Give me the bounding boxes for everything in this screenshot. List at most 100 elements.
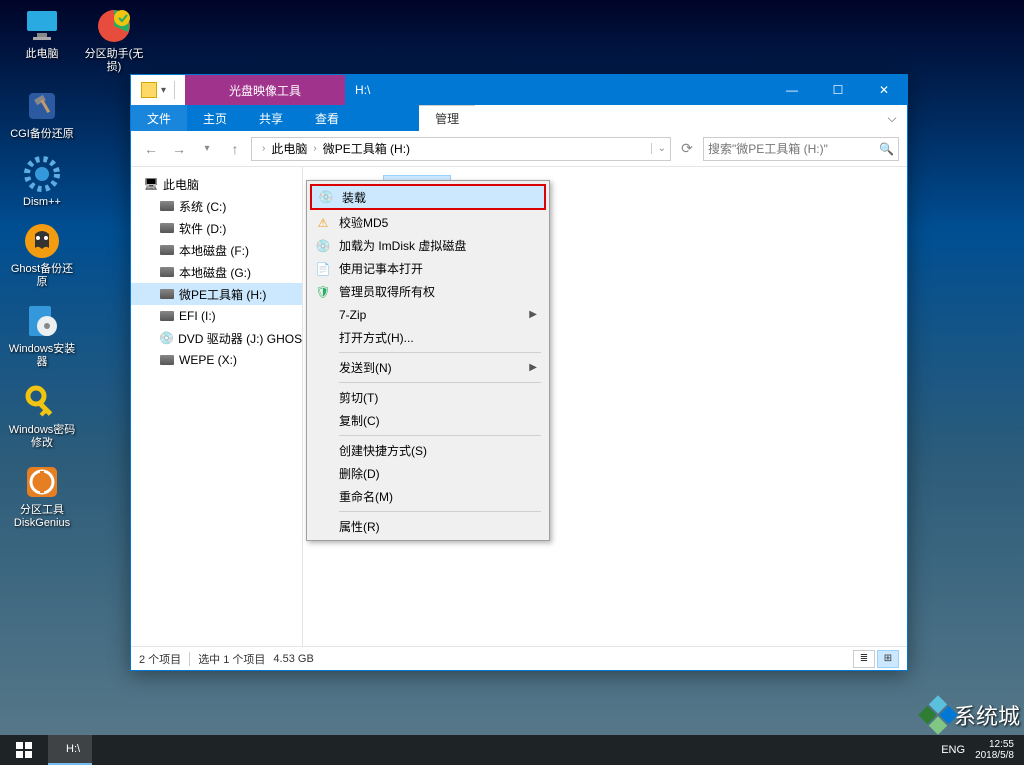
chevron-right-icon: ▶ <box>529 362 537 373</box>
ctx-label: 复制(C) <box>339 412 380 429</box>
forward-button[interactable]: → <box>167 137 191 161</box>
view-details-button[interactable]: ≣ <box>853 650 875 668</box>
tray-lang[interactable]: ENG <box>941 744 965 756</box>
tree-root-this-pc[interactable]: 🖥 此电脑 <box>131 173 302 195</box>
navigation-tree[interactable]: 🖥 此电脑 系统 (C:) 软件 (D:) 本地磁盘 (F:) 本地磁盘 (G:… <box>131 167 303 646</box>
ribbon-spacer <box>475 105 877 131</box>
desktop-icon-label: 分区工具DiskGenius <box>6 504 78 530</box>
ctx-label: 使用记事本打开 <box>339 260 423 277</box>
desktop-icon-cgi-backup[interactable]: CGI备份还原 <box>6 86 78 141</box>
ctx-label: 删除(D) <box>339 465 380 482</box>
ctx-md5[interactable]: ⚠校验MD5 <box>309 211 547 234</box>
ctx-admin-own[interactable]: 🛡管理员取得所有权 <box>309 280 547 303</box>
start-button[interactable] <box>0 735 48 765</box>
ctx-shortcut[interactable]: 创建快捷方式(S) <box>309 439 547 462</box>
chevron-right-icon: ▶ <box>529 309 537 320</box>
drive-icon <box>159 199 175 213</box>
context-menu: 💿装载 ⚠校验MD5 💿加载为 ImDisk 虚拟磁盘 📄 使用记事本打开 🛡管理… <box>306 180 550 541</box>
tree-item-drive-h[interactable]: 微PE工具箱 (H:) <box>131 283 302 305</box>
tray-clock[interactable]: 12:55 2018/5/8 <box>975 739 1014 761</box>
system-tray: ENG 12:55 2018/5/8 <box>931 735 1024 765</box>
tree-item-drive-i[interactable]: EFI (I:) <box>131 305 302 327</box>
tab-home[interactable]: 主页 <box>187 105 243 131</box>
status-selection: 选中 1 个项目 <box>198 651 265 667</box>
ctx-cut[interactable]: 剪切(T) <box>309 386 547 409</box>
ctx-send-to[interactable]: 发送到(N) ▶ <box>309 356 547 379</box>
tab-share[interactable]: 共享 <box>243 105 299 131</box>
window-title: H:\ <box>345 75 769 105</box>
tab-manage[interactable]: 管理 <box>419 105 475 131</box>
desktop-icon-label: Dism++ <box>23 196 61 209</box>
ribbon-expand-button[interactable]: ⌵ <box>877 105 907 131</box>
tree-item-drive-c[interactable]: 系统 (C:) <box>131 195 302 217</box>
desktop-icon-password[interactable]: Windows密码修改 <box>6 382 78 450</box>
taskbar: H:\ ENG 12:55 2018/5/8 <box>0 735 1024 765</box>
desktop-icon-this-pc[interactable]: 此电脑 <box>6 6 78 74</box>
navigation-bar: ← → ▾ ↑ › 此电脑 › 微PE工具箱 (H:) ⌄ ⟳ 🔍 <box>131 131 907 167</box>
notepad-icon: 📄 <box>315 261 331 277</box>
ctx-properties[interactable]: 属性(R) <box>309 515 547 538</box>
ctx-delete[interactable]: 删除(D) <box>309 462 547 485</box>
tree-item-drive-g[interactable]: 本地磁盘 (G:) <box>131 261 302 283</box>
ctx-label: 加载为 ImDisk 虚拟磁盘 <box>339 237 466 254</box>
tree-item-drive-d[interactable]: 软件 (D:) <box>131 217 302 239</box>
ctx-label: 重命名(M) <box>339 488 393 505</box>
search-input[interactable] <box>708 142 879 156</box>
taskbar-item-explorer[interactable]: H:\ <box>48 735 92 765</box>
ctx-label: 发送到(N) <box>339 359 392 376</box>
folder-icon[interactable] <box>141 82 157 98</box>
desktop-icon-diskgenius[interactable]: 分区工具DiskGenius <box>6 462 78 530</box>
tree-label: 软件 (D:) <box>179 220 226 237</box>
tree-label: DVD 驱动器 (J:) GHOST <box>178 330 302 347</box>
chevron-right-icon[interactable]: › <box>262 143 265 154</box>
search-box[interactable]: 🔍 <box>703 137 899 161</box>
up-button[interactable]: ↑ <box>223 137 247 161</box>
desktop-icon-label: CGI备份还原 <box>10 128 74 141</box>
shield-ok-icon: 🛡 <box>315 284 331 300</box>
ctx-notepad[interactable]: 📄 使用记事本打开 <box>309 257 547 280</box>
drive-icon <box>159 243 175 257</box>
minimize-button[interactable]: — <box>769 75 815 105</box>
tree-label: 本地磁盘 (F:) <box>179 242 249 259</box>
ctx-label: 属性(R) <box>339 518 380 535</box>
tree-item-drive-x[interactable]: WEPE (X:) <box>131 349 302 371</box>
ctx-open-with[interactable]: 打开方式(H)... <box>309 326 547 349</box>
separator <box>339 435 541 436</box>
addr-dropdown-button[interactable]: ⌄ <box>651 143 666 154</box>
tree-item-drive-f[interactable]: 本地磁盘 (F:) <box>131 239 302 261</box>
breadcrumb-current[interactable]: 微PE工具箱 (H:) <box>323 140 410 157</box>
ctx-7zip[interactable]: 7-Zip ▶ <box>309 303 547 326</box>
ctx-rename[interactable]: 重命名(M) <box>309 485 547 508</box>
view-icons-button[interactable]: ⊞ <box>877 650 899 668</box>
desktop-icon-ghost[interactable]: Ghost备份还原 <box>6 221 78 289</box>
address-bar[interactable]: › 此电脑 › 微PE工具箱 (H:) ⌄ <box>251 137 671 161</box>
chevron-right-icon[interactable]: › <box>313 143 316 154</box>
back-button[interactable]: ← <box>139 137 163 161</box>
desktop-icon-label: Windows安装器 <box>6 343 78 369</box>
history-dropdown[interactable]: ▾ <box>195 137 219 161</box>
window-controls: — ☐ ✕ <box>769 75 907 105</box>
separator <box>339 382 541 383</box>
desktop-icon-windows-installer[interactable]: Windows安装器 <box>6 301 78 369</box>
pie-icon <box>94 6 134 46</box>
ctx-label: 7-Zip <box>339 308 366 322</box>
title-bar[interactable]: ▾ 光盘映像工具 H:\ — ☐ ✕ <box>131 75 907 105</box>
tab-view[interactable]: 查看 <box>299 105 355 131</box>
desktop-icon-dism[interactable]: Dism++ <box>6 154 78 209</box>
disc-box-icon <box>22 301 62 341</box>
ctx-copy[interactable]: 复制(C) <box>309 409 547 432</box>
ctx-mount[interactable]: 💿装载 <box>310 184 546 210</box>
maximize-button[interactable]: ☐ <box>815 75 861 105</box>
tab-file[interactable]: 文件 <box>131 105 187 131</box>
separator <box>174 81 175 99</box>
chevron-down-icon[interactable]: ▾ <box>161 85 166 96</box>
key-icon <box>22 382 62 422</box>
ctx-imdisk[interactable]: 💿加载为 ImDisk 虚拟磁盘 <box>309 234 547 257</box>
tree-item-dvd-drive[interactable]: 💿DVD 驱动器 (J:) GHOST <box>131 327 302 349</box>
refresh-button[interactable]: ⟳ <box>675 137 699 161</box>
desktop-icon-partition-assistant[interactable]: 分区助手(无损) <box>78 6 150 74</box>
separator <box>339 352 541 353</box>
breadcrumb-root[interactable]: 此电脑 <box>271 140 307 157</box>
close-button[interactable]: ✕ <box>861 75 907 105</box>
search-icon[interactable]: 🔍 <box>879 142 894 156</box>
